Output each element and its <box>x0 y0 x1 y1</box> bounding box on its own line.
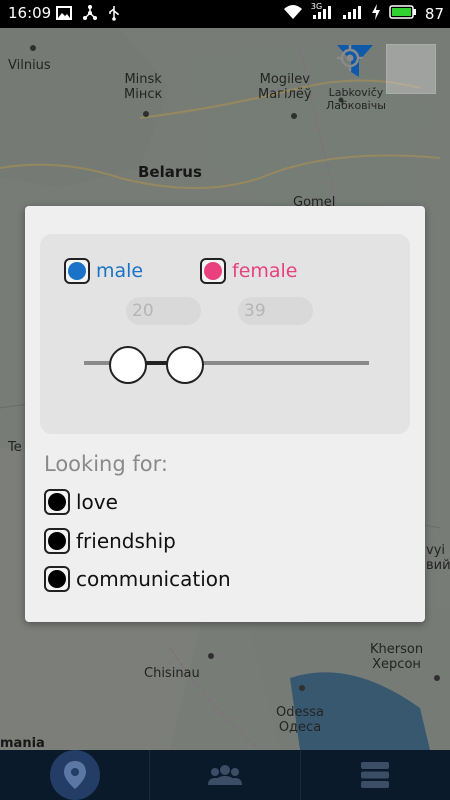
crosshair-icon <box>337 45 363 71</box>
signal-icon <box>341 4 363 24</box>
min-age-field[interactable]: 20 <box>126 297 201 325</box>
female-label: female <box>232 260 298 282</box>
network-badge: 3G <box>310 2 323 11</box>
love-label: love <box>76 490 118 514</box>
usb-icon <box>108 5 120 25</box>
image-notification-icon <box>56 5 72 25</box>
list-icon <box>361 762 390 788</box>
looking-for-friendship-checkbox[interactable]: friendship <box>44 528 176 554</box>
love-check-indicator <box>48 493 66 511</box>
map-pin-icon <box>63 761 86 789</box>
communication-label: communication <box>76 567 231 591</box>
friendship-check-indicator <box>48 532 66 550</box>
mobile-signal-icon: 3G <box>310 2 333 24</box>
male-checkbox[interactable]: male <box>64 258 143 284</box>
gender-age-panel: male female 20 39 <box>40 234 410 434</box>
status-bar: 16:09 3G 87 <box>0 0 450 28</box>
looking-for-title: Looking for: <box>44 452 168 476</box>
my-location-button[interactable] <box>337 44 436 94</box>
nav-map[interactable] <box>0 750 149 800</box>
status-time: 16:09 <box>8 4 52 22</box>
wifi-icon <box>283 4 303 24</box>
nav-people[interactable] <box>149 750 299 800</box>
nav-list[interactable] <box>299 750 450 800</box>
charging-icon <box>371 4 381 24</box>
share-notification-icon <box>82 5 98 25</box>
battery-percent: 87 <box>424 5 444 23</box>
people-icon <box>207 765 242 785</box>
female-check-indicator <box>204 262 222 280</box>
battery-icon <box>389 4 417 24</box>
male-label: male <box>96 260 144 282</box>
age-range-slider[interactable] <box>84 346 369 384</box>
communication-check-indicator <box>48 570 66 588</box>
friendship-label: friendship <box>76 529 176 553</box>
filter-dialog: male female 20 39 Looking for: love frie… <box>25 206 425 622</box>
looking-for-communication-checkbox[interactable]: communication <box>44 566 231 592</box>
slider-min-thumb[interactable] <box>109 346 147 384</box>
slider-max-thumb[interactable] <box>166 346 204 384</box>
bottom-navigation <box>0 750 450 800</box>
looking-for-love-checkbox[interactable]: love <box>44 489 118 515</box>
male-check-indicator <box>68 262 86 280</box>
max-age-field[interactable]: 39 <box>238 297 313 325</box>
female-checkbox[interactable]: female <box>200 258 298 284</box>
